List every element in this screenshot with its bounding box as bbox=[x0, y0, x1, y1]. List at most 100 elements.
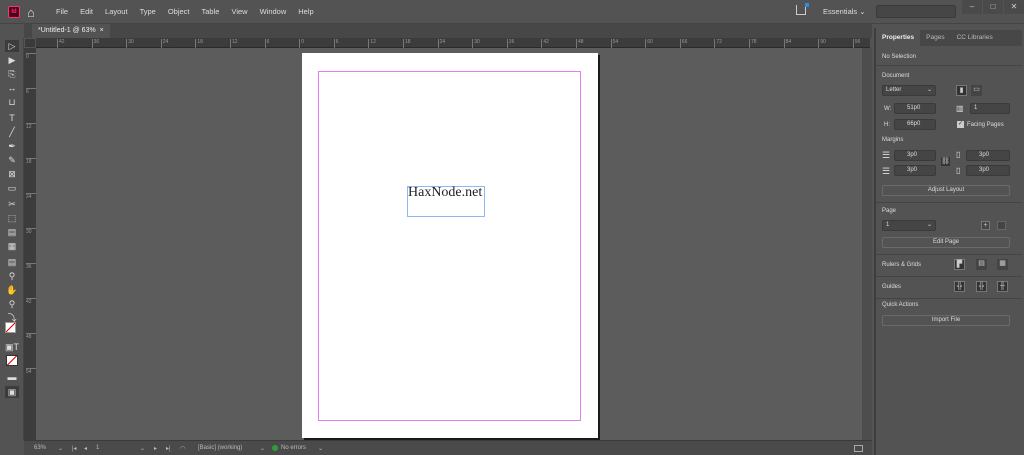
menu-help[interactable]: Help bbox=[292, 7, 319, 16]
free-transform-tool-icon[interactable]: ⬚ bbox=[5, 212, 19, 224]
menu-layout[interactable]: Layout bbox=[99, 7, 134, 16]
fill-swatch[interactable] bbox=[5, 322, 16, 333]
show-guides-icon[interactable]: ╬ bbox=[954, 281, 965, 292]
next-page-icon[interactable]: ▸ bbox=[154, 445, 157, 452]
facing-pages-checkbox[interactable]: ✓ bbox=[957, 121, 964, 128]
split-window-icon[interactable] bbox=[854, 445, 863, 452]
document-page[interactable]: HaxNode.net bbox=[302, 53, 598, 438]
tab-cc-libraries[interactable]: CC Libraries bbox=[951, 30, 999, 46]
note-tool-icon[interactable]: ▤ bbox=[5, 256, 19, 268]
page-number[interactable]: 1 bbox=[96, 445, 99, 451]
view-mode-icon[interactable]: ▣ bbox=[5, 386, 19, 398]
ruler-label: 78 bbox=[749, 39, 757, 48]
page-select-value: 1 bbox=[886, 222, 890, 228]
outside-margin-icon: ▯ bbox=[956, 166, 961, 175]
smart-guides-icon[interactable]: ╫ bbox=[997, 281, 1008, 292]
tab-pages[interactable]: Pages bbox=[920, 30, 950, 46]
horizontal-ruler[interactable]: 42 36 30 24 18 12 6 0 6 12 18 24 30 36 42 48 54 60 66 72 78 8… bbox=[36, 38, 870, 48]
ruler-label: 24 bbox=[160, 39, 168, 48]
rulers-toggle-icon[interactable]: ▛ bbox=[954, 259, 965, 270]
inside-margin-field[interactable]: 3p0 bbox=[966, 150, 1010, 161]
delete-page-icon[interactable] bbox=[997, 221, 1006, 230]
document-tab-title: *Untitled-1 @ 63% bbox=[38, 27, 96, 34]
screen-mode-icon[interactable]: ▬ bbox=[5, 371, 19, 383]
menu-type[interactable]: Type bbox=[134, 7, 162, 16]
search-input[interactable] bbox=[876, 5, 956, 18]
formatting-affects-container-icon[interactable]: ▣T bbox=[5, 341, 19, 353]
ruler-label: 84 bbox=[783, 39, 791, 48]
page-select[interactable]: 1 ⌄ bbox=[882, 220, 936, 231]
open-preflight-icon[interactable]: ◠ bbox=[180, 445, 185, 452]
rectangle-tool-icon[interactable]: ▭ bbox=[5, 182, 19, 194]
maximize-button[interactable]: □ bbox=[983, 0, 1003, 14]
gradient-feather-tool-icon[interactable]: ▦ bbox=[5, 240, 19, 252]
last-page-icon[interactable]: ▸| bbox=[166, 445, 171, 452]
rectangle-frame-tool-icon[interactable]: ⊠ bbox=[5, 168, 19, 180]
import-file-button[interactable]: Import File bbox=[882, 315, 1010, 326]
add-page-icon[interactable]: + bbox=[981, 221, 990, 230]
gradient-swatch-tool-icon[interactable]: ▤ bbox=[5, 226, 19, 238]
direct-selection-tool-icon[interactable]: ▶ bbox=[5, 54, 19, 66]
inside-margin-icon: ▯ bbox=[956, 150, 961, 159]
adjust-layout-button[interactable]: Adjust Layout bbox=[882, 185, 1010, 196]
document-grid-icon[interactable]: ▦ bbox=[997, 259, 1008, 270]
menu-window[interactable]: Window bbox=[254, 7, 293, 16]
content-collector-icon[interactable]: ⊔ bbox=[5, 96, 19, 108]
line-tool-icon[interactable]: ╱ bbox=[5, 126, 19, 138]
close-window-button[interactable]: ✕ bbox=[1004, 0, 1024, 14]
tools-panel: ▷ ▶ ⎘ ↔ ⊔ T ╱ ✒ ✎ ⊠ ▭ ✂ ⬚ ▤ ▦ ▤ ⚲ ✋ ⚲ ⤵ … bbox=[0, 38, 24, 440]
outside-margin-field[interactable]: 3p0 bbox=[966, 165, 1010, 176]
pages-count-field[interactable]: 1 bbox=[970, 103, 1010, 114]
hand-tool-icon[interactable]: ✋ bbox=[5, 284, 19, 296]
workspace-switcher[interactable]: Essentials ⌄ bbox=[823, 7, 866, 16]
selection-status: No Selection bbox=[882, 54, 917, 60]
tab-properties[interactable]: Properties bbox=[876, 30, 921, 46]
facing-pages-label: Facing Pages bbox=[967, 122, 1004, 128]
zoom-dropdown-icon[interactable]: ⌄ bbox=[58, 445, 63, 452]
vertical-scrollbar[interactable] bbox=[862, 48, 872, 440]
menu-object[interactable]: Object bbox=[162, 7, 196, 16]
first-page-icon[interactable]: |◂ bbox=[72, 445, 77, 452]
zoom-tool-icon[interactable]: ⚲ bbox=[5, 298, 19, 310]
page-size-select[interactable]: Letter ⌄ bbox=[882, 85, 936, 96]
preflight-dropdown-icon[interactable]: ⌄ bbox=[318, 445, 323, 452]
gap-tool-icon[interactable]: ↔ bbox=[5, 82, 19, 94]
close-tab-icon[interactable]: × bbox=[100, 27, 104, 34]
document-tab[interactable]: *Untitled-1 @ 63% × bbox=[32, 24, 110, 38]
lock-guides-icon[interactable]: ╬ bbox=[976, 281, 987, 292]
zoom-level[interactable]: 63% bbox=[34, 445, 46, 451]
divider bbox=[876, 65, 1022, 66]
menu-table[interactable]: Table bbox=[196, 7, 226, 16]
width-field[interactable]: 51p0 bbox=[894, 103, 936, 114]
bottom-margin-field[interactable]: 3p0 bbox=[894, 165, 936, 176]
ruler-label: 48 bbox=[576, 39, 584, 48]
minimize-button[interactable]: – bbox=[962, 0, 982, 14]
edit-page-button[interactable]: Edit Page bbox=[882, 237, 1010, 248]
preflight-profile[interactable]: [Basic] (working) bbox=[198, 445, 242, 451]
type-tool-icon[interactable]: T bbox=[5, 112, 19, 124]
menu-bar: Id ⌂ File Edit Layout Type Object Table … bbox=[0, 0, 1024, 24]
apply-none-icon[interactable] bbox=[6, 355, 18, 366]
portrait-orientation-icon[interactable]: ▮ bbox=[956, 85, 967, 96]
previous-page-icon[interactable]: ◂ bbox=[84, 445, 87, 452]
eyedropper-tool-icon[interactable]: ⚲ bbox=[5, 270, 19, 282]
page-dropdown-icon[interactable]: ⌄ bbox=[140, 445, 145, 452]
home-icon[interactable]: ⌂ bbox=[27, 5, 35, 20]
ruler-origin[interactable] bbox=[24, 38, 36, 48]
baseline-grid-icon[interactable]: ▤ bbox=[976, 259, 987, 270]
link-margins-icon[interactable]: ⛓ bbox=[940, 156, 951, 167]
menu-file[interactable]: File bbox=[50, 7, 74, 16]
profile-dropdown-icon[interactable]: ⌄ bbox=[260, 445, 265, 452]
text-frame[interactable]: HaxNode.net bbox=[407, 186, 485, 217]
selection-tool-icon[interactable]: ▷ bbox=[5, 40, 19, 52]
height-field[interactable]: 66p0 bbox=[894, 119, 936, 130]
menu-view[interactable]: View bbox=[225, 7, 253, 16]
vertical-ruler[interactable]: 0 6 12 18 24 30 36 42 48 54 bbox=[24, 48, 36, 440]
menu-edit[interactable]: Edit bbox=[74, 7, 99, 16]
top-margin-field[interactable]: 3p0 bbox=[894, 150, 936, 161]
page-tool-icon[interactable]: ⎘ bbox=[5, 68, 19, 80]
scissors-tool-icon[interactable]: ✂ bbox=[5, 198, 19, 210]
pen-tool-icon[interactable]: ✒ bbox=[5, 140, 19, 152]
landscape-orientation-icon[interactable]: ▭ bbox=[971, 85, 982, 96]
pencil-tool-icon[interactable]: ✎ bbox=[5, 154, 19, 166]
